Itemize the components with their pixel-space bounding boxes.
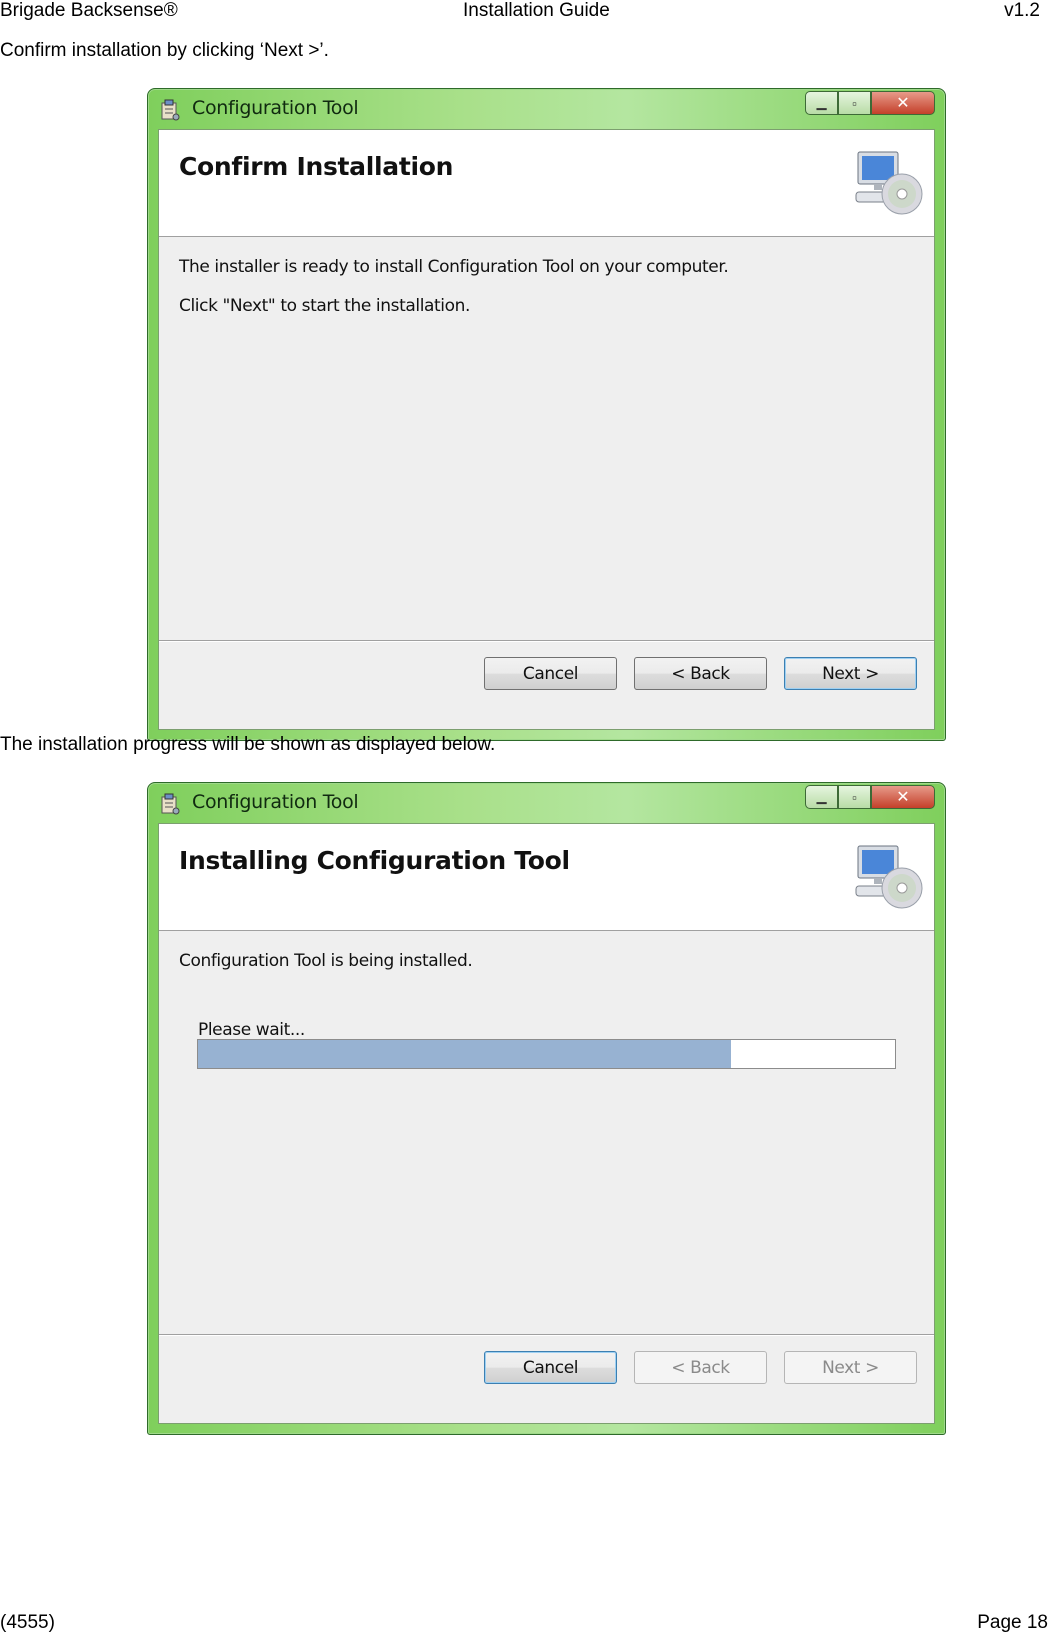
footer-doc-number: (4555)	[0, 1612, 55, 1633]
banner-title: Installing Configuration Tool	[179, 846, 570, 875]
minimize-icon[interactable]: ▁	[805, 785, 838, 809]
installing-window: Configuration Tool ▁ ▫ ✕ Installing Conf…	[147, 782, 946, 1435]
dialog-client-area: Installing Configuration Tool Configurat…	[158, 823, 935, 1424]
close-icon[interactable]: ✕	[871, 785, 935, 809]
footer-page-number: Page 18	[977, 1612, 1048, 1633]
dialog-banner: Confirm Installation	[159, 130, 934, 237]
back-button: < Back	[634, 1351, 767, 1384]
click-next-text: Click "Next" to start the installation.	[179, 296, 470, 316]
window-title: Configuration Tool	[192, 97, 359, 119]
maximize-icon[interactable]: ▫	[838, 91, 871, 115]
maximize-icon[interactable]: ▫	[838, 785, 871, 809]
cancel-button[interactable]: Cancel	[484, 657, 617, 690]
computer-cd-icon	[855, 845, 923, 909]
status-text: Configuration Tool is being installed.	[179, 951, 473, 971]
progress-fill	[198, 1040, 732, 1068]
ready-text: The installer is ready to install Config…	[179, 257, 729, 277]
window-title: Configuration Tool	[192, 791, 359, 813]
caption-buttons: ▁ ▫ ✕	[805, 785, 935, 809]
page-header: Brigade Backsense® Installation Guide v1…	[0, 0, 1048, 24]
dialog-client-area: Confirm Installation The installer is re…	[158, 129, 935, 730]
header-doc-title: Installation Guide	[463, 0, 610, 21]
header-product: Brigade Backsense®	[0, 0, 178, 21]
progress-label: Please wait...	[198, 1020, 305, 1040]
cancel-button[interactable]: Cancel	[484, 1351, 617, 1384]
next-button: Next >	[784, 1351, 917, 1384]
progress-bar	[197, 1039, 896, 1069]
header-version: v1.2	[1004, 0, 1040, 21]
instruction-confirm: Confirm installation by clicking ‘Next >…	[0, 40, 329, 61]
back-button[interactable]: < Back	[634, 657, 767, 690]
computer-cd-icon	[855, 151, 923, 215]
title-bar[interactable]: Configuration Tool ▁ ▫ ✕	[148, 783, 945, 823]
title-bar[interactable]: Configuration Tool ▁ ▫ ✕	[148, 89, 945, 129]
minimize-icon[interactable]: ▁	[805, 91, 838, 115]
dialog-banner: Installing Configuration Tool	[159, 824, 934, 931]
banner-title: Confirm Installation	[179, 152, 454, 181]
installer-app-icon	[161, 793, 180, 815]
caption-buttons: ▁ ▫ ✕	[805, 91, 935, 115]
instruction-progress: The installation progress will be shown …	[0, 734, 496, 755]
button-separator	[159, 1334, 934, 1335]
button-separator	[159, 640, 934, 641]
next-button[interactable]: Next >	[784, 657, 917, 690]
close-icon[interactable]: ✕	[871, 91, 935, 115]
page-footer: (4555) Page 18	[0, 1612, 1048, 1636]
installer-app-icon	[161, 99, 180, 121]
confirm-installation-window: Configuration Tool ▁ ▫ ✕ Confirm Install…	[147, 88, 946, 741]
